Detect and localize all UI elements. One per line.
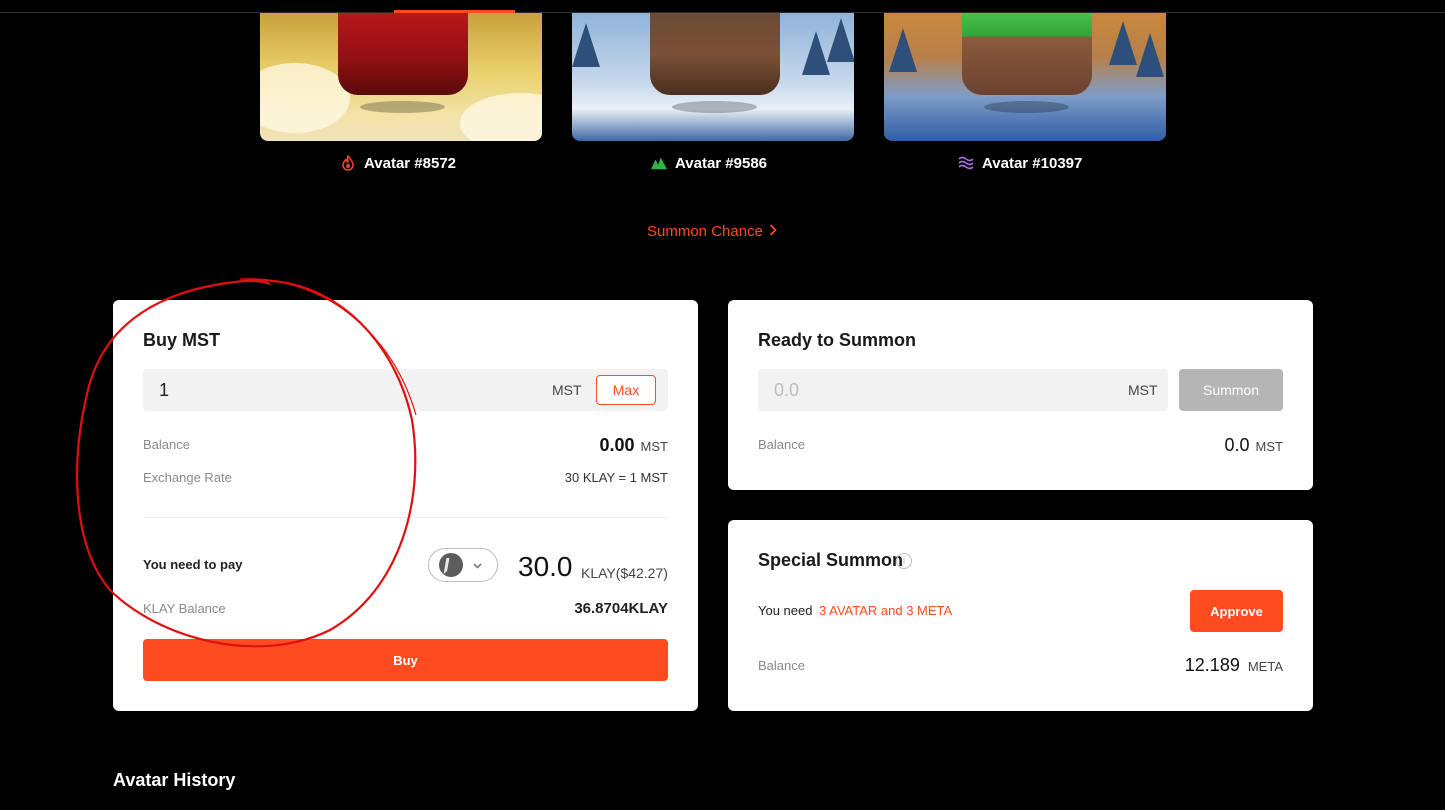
wave-icon [958,155,974,171]
balance-readout: 12.189 META [1185,655,1283,676]
mst-amount-input[interactable] [143,369,523,411]
requirement-label: You need [758,603,813,618]
info-icon[interactable]: i [896,553,912,569]
dirt-block [650,13,780,95]
balance-readout: 0.00 MST [600,435,669,456]
balance-label: Balance [143,437,190,452]
balance-unit: META [1247,659,1283,674]
exchange-rate-value: 30 KLAY = 1 MST [564,470,668,485]
avatar-name: Avatar #9586 [675,154,768,172]
avatar-label-8572[interactable]: Avatar #8572 [340,153,456,173]
klay-balance-label: KLAY Balance [143,601,226,616]
pine-tree [889,28,917,72]
section-divider [143,517,668,518]
avatar-label-9586[interactable]: Avatar #9586 [651,153,767,173]
summon-chance-label: Summon Chance [647,223,763,240]
pine-tree [572,23,600,67]
approve-button[interactable]: Approve [1190,590,1283,632]
block-shadow [360,101,445,113]
grass-block [962,13,1092,95]
avatar-image-fire[interactable] [260,13,542,141]
balance-value: 0.00 [599,435,635,455]
balance-unit: MST [640,439,668,454]
input-unit: MST [552,382,582,398]
pay-amount: 30.0 [518,551,573,582]
buy-button[interactable]: Buy [143,639,668,681]
token-select[interactable] [428,548,498,582]
klay-icon [439,553,463,577]
lava-block [338,13,468,95]
input-unit: MST [1128,382,1158,398]
panel-title: Special Summon [758,550,904,570]
cloud-shape [260,63,350,133]
balance-value: 0.0 [1224,435,1250,455]
balance-value: 12.189 [1184,655,1240,675]
mountain-icon [651,155,667,171]
pay-label: You need to pay [143,557,243,572]
fire-icon [340,155,356,171]
block-shadow [672,101,757,113]
special-summon-panel: Special Summon i You need 3 AVATAR and 3… [728,520,1313,711]
balance-unit: MST [1255,439,1283,454]
ready-to-summon-panel: Ready to Summon MST Summon Balance 0.0 M… [728,300,1313,490]
requirement-value: 3 AVATAR and 3 META [819,603,953,618]
pine-tree [1136,33,1164,77]
panel-title: Ready to Summon [758,330,917,350]
chevron-right-icon [769,223,777,240]
avatar-image-earth[interactable] [572,13,854,141]
pine-tree [1109,21,1137,65]
buy-mst-panel: Buy MST MST Max Balance 0.00 MST Exchang… [113,300,698,711]
exchange-rate-label: Exchange Rate [143,470,232,485]
avatar-label-10397[interactable]: Avatar #10397 [958,153,1082,173]
max-button[interactable]: Max [596,375,656,405]
klay-balance-value: 36.8704KLAY [574,600,668,617]
chevron-down-icon [473,556,482,574]
block-shadow [984,101,1069,113]
avatar-name: Avatar #10397 [982,154,1083,172]
summon-amount-input[interactable] [758,369,1088,411]
avatar-history-heading: Avatar History [113,770,236,790]
mst-amount-field: MST Max [143,369,668,411]
summon-button[interactable]: Summon [1179,369,1283,411]
pine-tree [827,18,854,62]
avatar-image-water[interactable] [884,13,1166,141]
balance-readout: 0.0 MST [1225,435,1283,456]
balance-label: Balance [758,437,805,452]
pay-unit: KLAY($42.27) [581,565,668,581]
summon-chance-link[interactable]: Summon Chance [647,223,777,240]
summon-amount-field: MST [758,369,1168,411]
avatar-name: Avatar #8572 [364,154,457,172]
panel-title: Buy MST [143,330,221,350]
balance-label: Balance [758,658,805,673]
pine-tree [802,31,830,75]
cloud-shape [460,93,542,141]
